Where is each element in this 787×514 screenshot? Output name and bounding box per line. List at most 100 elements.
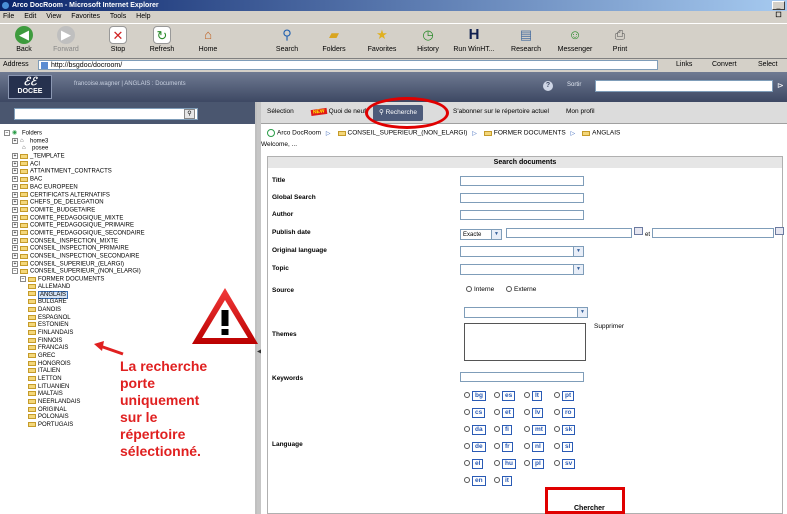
breadcrumb-item[interactable]: FORMER DOCUMENTS: [494, 130, 566, 137]
radio-icon[interactable]: [464, 477, 470, 484]
expand-icon[interactable]: +: [12, 222, 18, 229]
convert-button[interactable]: Convert: [712, 59, 737, 71]
radio-icon[interactable]: [506, 286, 512, 293]
language-option[interactable]: fr: [494, 442, 524, 452]
radio-icon[interactable]: [524, 443, 530, 450]
menu-file[interactable]: File: [3, 13, 14, 20]
tree-item[interactable]: + ACI: [4, 160, 254, 169]
language-option[interactable]: ro: [554, 408, 584, 418]
themes-list[interactable]: [464, 323, 586, 361]
tree-item[interactable]: + CERTIFICATS ALTERNATIFS: [4, 191, 254, 200]
expand-icon[interactable]: +: [12, 191, 18, 198]
radio-icon[interactable]: [464, 409, 470, 416]
tree-item[interactable]: + BAC EUROPEEN: [4, 183, 254, 192]
language-option[interactable]: lt: [524, 391, 554, 401]
expand-icon[interactable]: +: [12, 229, 18, 236]
expand-icon[interactable]: +: [12, 214, 18, 221]
radio-icon[interactable]: [464, 460, 470, 467]
refresh-button[interactable]: ↻ Refresh: [140, 26, 184, 53]
breadcrumb-item[interactable]: ANGLAIS: [592, 130, 620, 137]
source-interne[interactable]: Interne: [466, 286, 494, 293]
tree-item[interactable]: − FORMER DOCUMENTS: [4, 276, 254, 284]
folder-search-icon[interactable]: ⚲: [184, 109, 195, 119]
calendar-icon[interactable]: [775, 227, 784, 235]
source-externe[interactable]: Externe: [506, 286, 536, 293]
tree-item[interactable]: + BAC: [4, 176, 254, 184]
tree-item[interactable]: + COMITE_BUDGETAIRE: [4, 206, 254, 215]
tab-sabonner[interactable]: S'abonner sur le répertoire actuel: [453, 108, 549, 115]
expand-icon[interactable]: +: [12, 160, 18, 167]
folders-button[interactable]: ▰ Folders: [312, 26, 356, 53]
radio-icon[interactable]: [554, 426, 560, 433]
header-search-input[interactable]: [595, 80, 773, 92]
original-language-select[interactable]: ▼: [460, 246, 584, 257]
tab-mon-profil[interactable]: Mon profil: [566, 108, 595, 115]
breadcrumb-item[interactable]: CONSEIL_SUPERIEUR_(NON_ELARGI): [348, 130, 468, 137]
expand-icon[interactable]: +: [12, 176, 18, 183]
radio-icon[interactable]: [524, 409, 530, 416]
radio-icon[interactable]: [554, 409, 560, 416]
select-button[interactable]: Select: [758, 59, 777, 71]
address-input[interactable]: http://bsgdoc/docroom/: [38, 60, 658, 70]
language-option[interactable]: sk: [554, 425, 584, 435]
calendar-icon[interactable]: [634, 227, 643, 235]
expand-icon[interactable]: +: [12, 237, 18, 244]
tab-selection[interactable]: Sélection: [267, 108, 294, 115]
tree-item[interactable]: ⌂ posee: [4, 145, 254, 153]
radio-icon[interactable]: [494, 409, 500, 416]
radio-icon[interactable]: [466, 286, 472, 293]
tree-item[interactable]: + CONSEIL_SUPERIEUR_(ELARGI): [4, 260, 254, 269]
publish-mode-select[interactable]: Exacte ▼: [460, 229, 502, 240]
language-option[interactable]: es: [494, 391, 524, 401]
language-option[interactable]: lv: [524, 408, 554, 418]
links-button[interactable]: Links: [676, 59, 692, 71]
topic-select[interactable]: ▼: [460, 264, 584, 275]
radio-icon[interactable]: [464, 392, 470, 399]
collapse-icon[interactable]: −: [12, 268, 18, 275]
radio-icon[interactable]: [524, 392, 530, 399]
supprimer-link[interactable]: Supprimer: [594, 323, 624, 330]
favorites-button[interactable]: ★ Favorites: [360, 26, 404, 53]
tree-item[interactable]: FRANCAIS: [4, 345, 254, 353]
back-button[interactable]: ◀ Back: [2, 26, 46, 53]
expand-icon[interactable]: +: [12, 183, 18, 190]
home-button[interactable]: ⌂ Home: [186, 26, 230, 53]
help-icon[interactable]: ?: [543, 81, 553, 91]
language-option[interactable]: sv: [554, 459, 584, 469]
expand-icon[interactable]: +: [12, 245, 18, 252]
radio-icon[interactable]: [494, 426, 500, 433]
tree-item[interactable]: + CONSEIL_INSPECTION_SECONDAIRE: [4, 253, 254, 261]
tree-item[interactable]: − CONSEIL_SUPERIEUR_(NON_ELARGI): [4, 268, 254, 276]
publish-date-from[interactable]: [506, 228, 632, 238]
tree-item[interactable]: + COMITE_PEDAGOGIQUE_MIXTE: [4, 214, 254, 223]
tree-item[interactable]: + CONSEIL_INSPECTION_MIXTE: [4, 237, 254, 246]
menu-favorites[interactable]: Favorites: [71, 13, 100, 20]
language-option[interactable]: el: [464, 459, 494, 469]
language-option[interactable]: it: [494, 476, 524, 486]
radio-icon[interactable]: [494, 443, 500, 450]
expand-icon[interactable]: +: [12, 137, 18, 144]
expand-icon[interactable]: +: [12, 199, 18, 206]
window-controls[interactable]: _ ☐: [772, 1, 785, 19]
radio-icon[interactable]: [494, 460, 500, 467]
publish-date-to[interactable]: [652, 228, 774, 238]
menu-view[interactable]: View: [46, 13, 61, 20]
author-input[interactable]: [460, 210, 584, 220]
language-option[interactable]: bg: [464, 391, 494, 401]
radio-icon[interactable]: [524, 426, 530, 433]
folder-search-input[interactable]: [14, 108, 198, 120]
radio-icon[interactable]: [494, 392, 500, 399]
language-option[interactable]: pt: [554, 391, 584, 401]
tree-item[interactable]: + COMITE_PEDAGOGIQUE_SECONDAIRE: [4, 229, 254, 238]
expand-icon[interactable]: +: [12, 253, 18, 259]
radio-icon[interactable]: [464, 426, 470, 433]
language-option[interactable]: pl: [524, 459, 554, 469]
tree-item[interactable]: + _TEMPLATE: [4, 153, 254, 161]
expand-icon[interactable]: +: [12, 168, 18, 175]
radio-icon[interactable]: [524, 460, 530, 467]
radio-icon[interactable]: [554, 460, 560, 467]
radio-icon[interactable]: [554, 392, 560, 399]
themes-select[interactable]: ▼: [464, 307, 588, 318]
tree-item[interactable]: + ⌂ home3: [4, 137, 254, 146]
language-option[interactable]: nl: [524, 442, 554, 452]
